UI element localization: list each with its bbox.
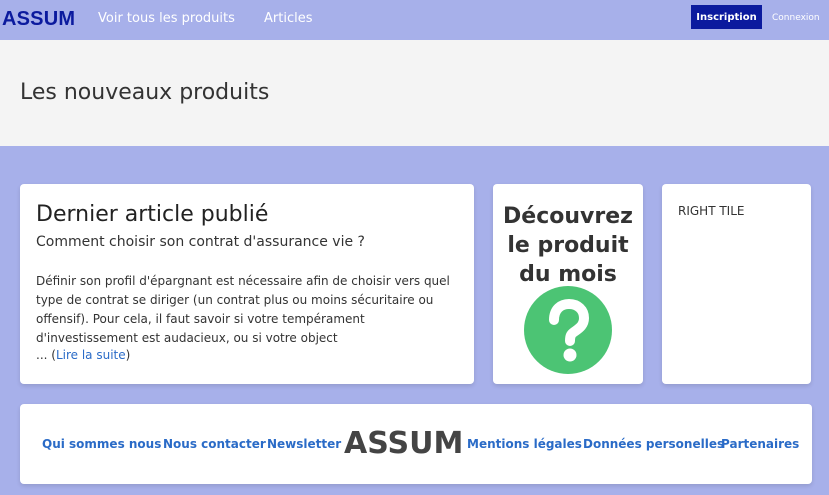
right-tile-card: RIGHT TILE bbox=[662, 184, 811, 384]
page-title: Les nouveaux produits bbox=[20, 80, 270, 105]
footer-link-about[interactable]: Qui sommes nous bbox=[42, 437, 161, 451]
nav-link-articles[interactable]: Articles bbox=[264, 11, 312, 26]
article-excerpt: Définir son profil d'épargnant est néces… bbox=[36, 274, 450, 345]
hero-banner: Les nouveaux produits bbox=[0, 40, 829, 146]
footer-link-privacy[interactable]: Données personelles bbox=[583, 437, 724, 451]
right-tile-label: RIGHT TILE bbox=[678, 204, 745, 218]
read-more-link[interactable]: Lire la suite bbox=[56, 348, 126, 362]
footer-link-legal[interactable]: Mentions légales bbox=[467, 437, 582, 451]
signup-button[interactable]: Inscription bbox=[691, 5, 762, 29]
read-more-line: ... (Lire la suite) bbox=[36, 348, 130, 362]
login-link[interactable]: Connexion bbox=[772, 13, 820, 23]
footer-link-contact[interactable]: Nous contacter bbox=[163, 437, 266, 451]
product-of-month-card[interactable]: Découvrez le produit du mois bbox=[493, 184, 643, 384]
question-mark-circle-icon[interactable] bbox=[524, 286, 612, 374]
footer-link-newsletter[interactable]: Newsletter bbox=[267, 437, 341, 451]
latest-article-card: Dernier article publié Comment choisir s… bbox=[20, 184, 474, 384]
top-navbar: ASSUM Voir tous les produits Articles In… bbox=[0, 0, 829, 40]
read-more-prefix: ... ( bbox=[36, 348, 56, 362]
brand-logo[interactable]: ASSUM bbox=[2, 8, 75, 31]
article-title: Comment choisir son contrat d'assurance … bbox=[36, 234, 365, 250]
footer-link-partners[interactable]: Partenaires bbox=[721, 437, 799, 451]
nav-link-all-products[interactable]: Voir tous les produits bbox=[98, 11, 235, 26]
article-card-heading: Dernier article publié bbox=[36, 202, 269, 227]
footer-logo: ASSUM bbox=[344, 426, 464, 461]
read-more-suffix: ) bbox=[125, 348, 131, 362]
footer: Qui sommes nous Nous contacter Newslette… bbox=[20, 404, 812, 484]
product-of-month-title: Découvrez le produit du mois bbox=[503, 204, 633, 287]
